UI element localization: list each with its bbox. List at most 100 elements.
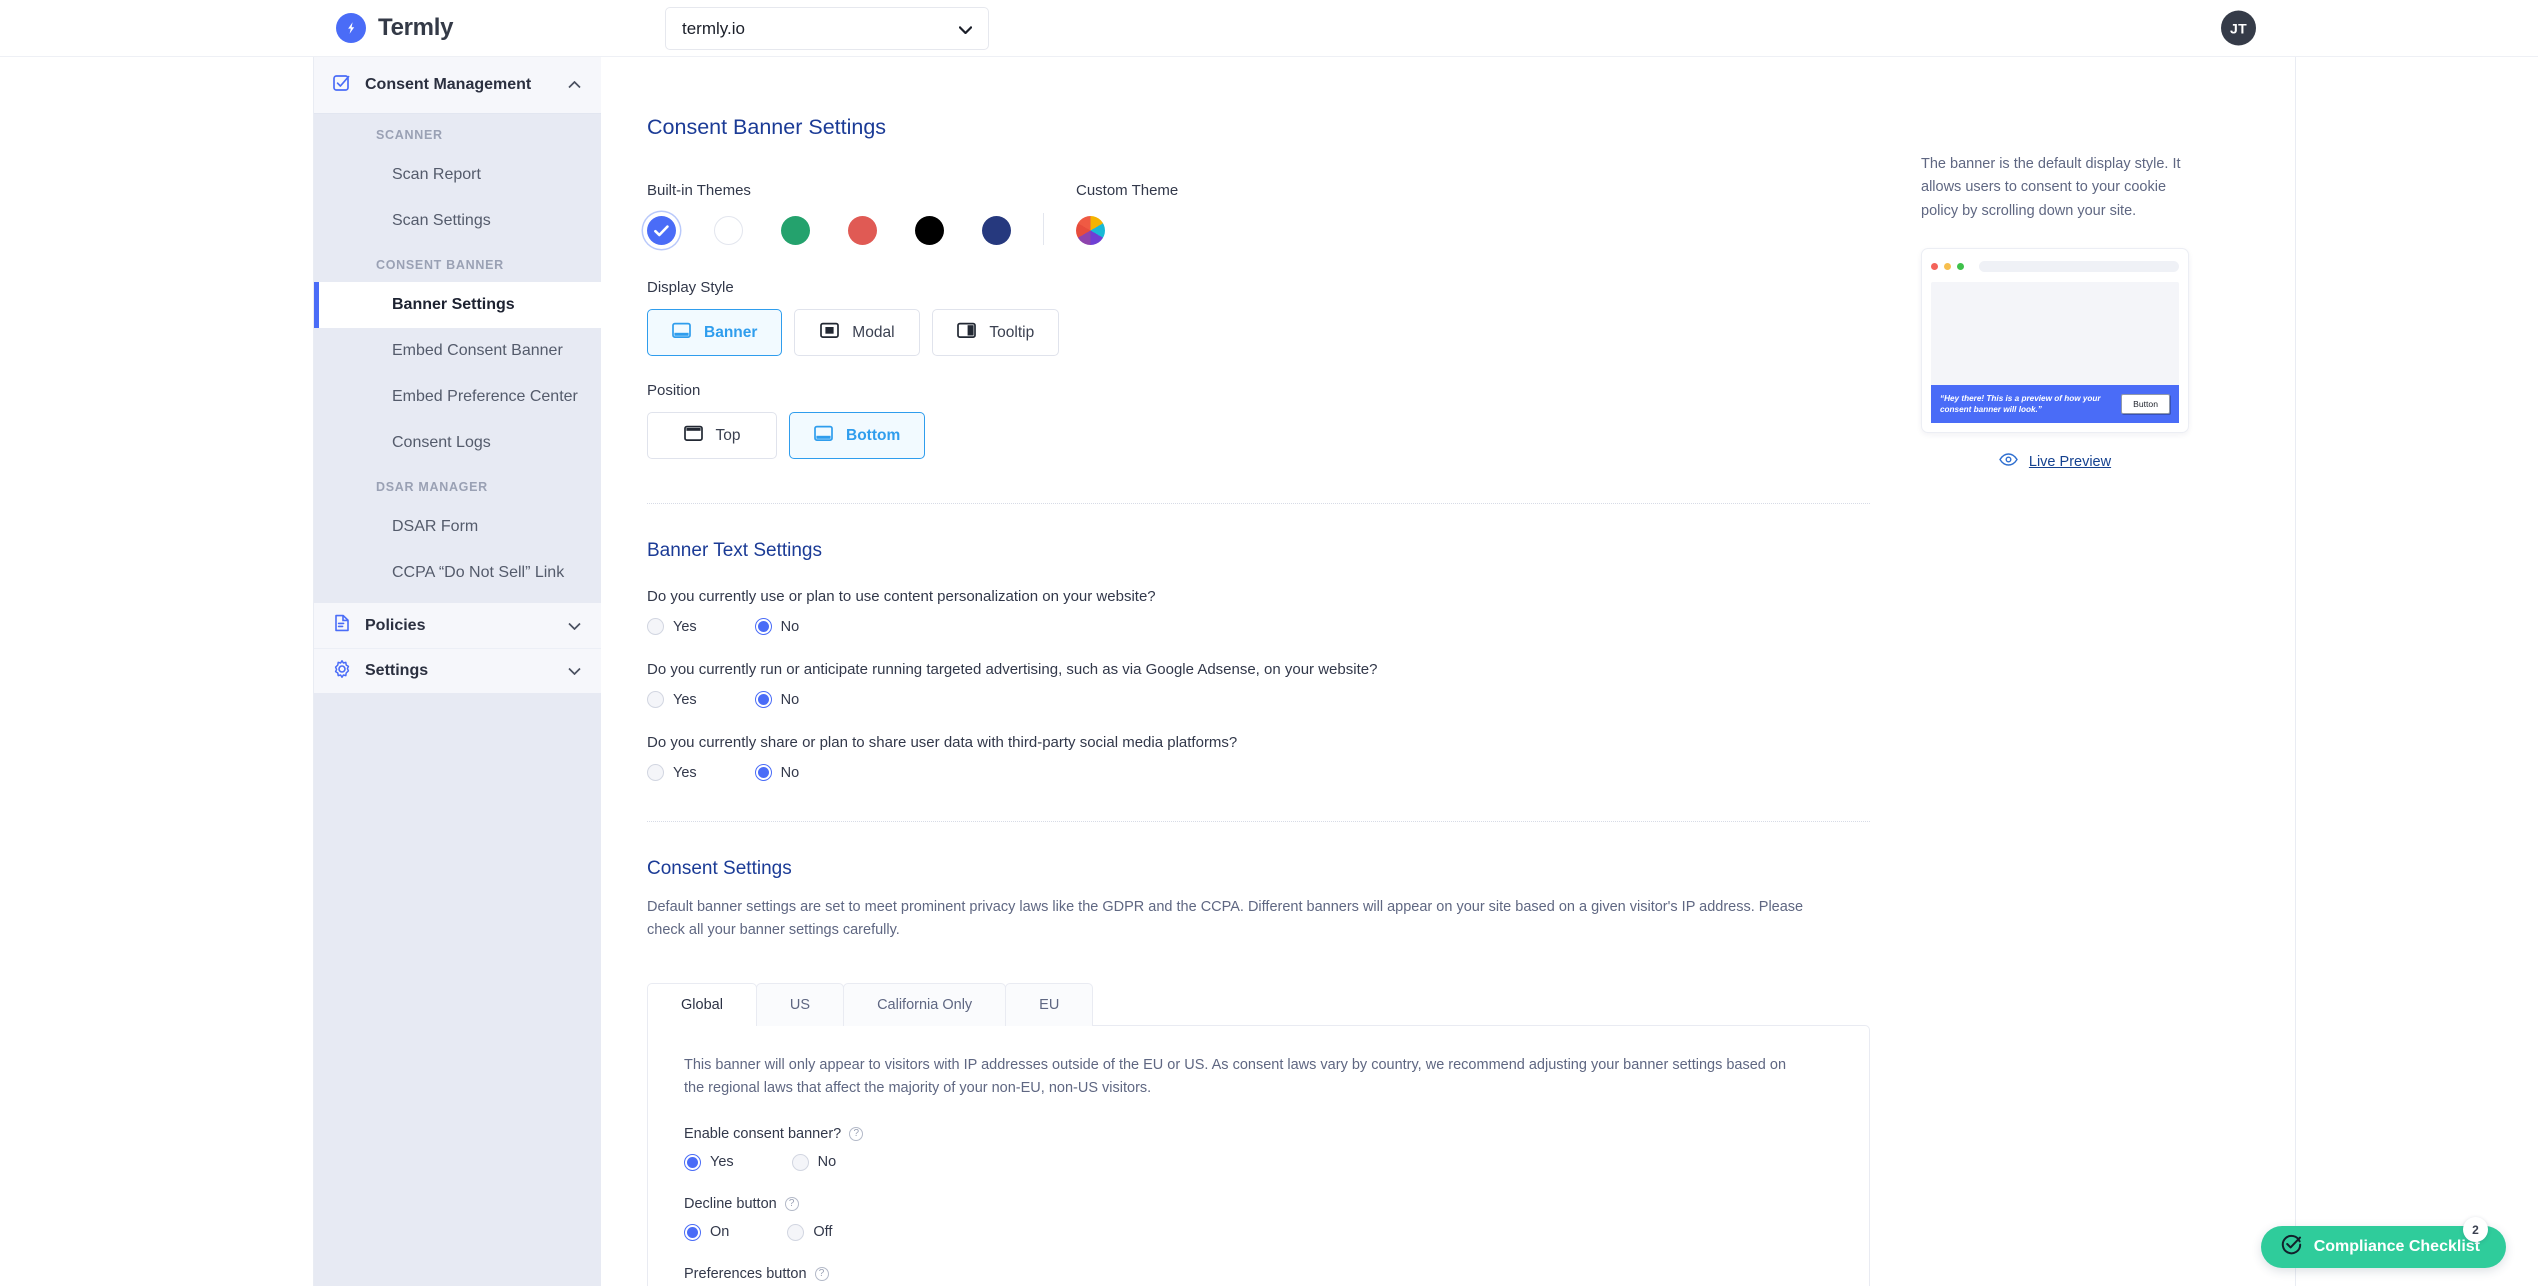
question-options: Yes No: [647, 691, 1897, 708]
control-label: Decline button: [684, 1195, 777, 1212]
display-style-banner-button[interactable]: Banner: [647, 309, 783, 356]
themes-divider: [1043, 213, 1044, 245]
compliance-checklist-button[interactable]: Compliance Checklist 2: [2260, 1217, 2506, 1268]
custom-theme-label: Custom Theme: [1076, 182, 1179, 199]
tab-california-only[interactable]: California Only: [843, 982, 1007, 1026]
radio-option-yes[interactable]: Yes: [647, 691, 697, 708]
compliance-count-badge: 2: [2463, 1217, 2488, 1242]
position-label: Position: [647, 382, 701, 399]
preview-description: The banner is the default display style.…: [1921, 156, 2181, 219]
banner-text-question-3: Do you currently share or plan to share …: [647, 734, 1897, 781]
display-style-tooltip-label: Tooltip: [989, 323, 1035, 341]
display-style-modal-label: Modal: [852, 323, 895, 341]
question-text: Do you currently share or plan to share …: [647, 734, 1238, 751]
window-dot-red: [1931, 263, 1938, 271]
radio-option-no[interactable]: No: [754, 618, 800, 635]
display-style-options: Banner Modal Tooltip: [647, 309, 1897, 356]
radio-option-yes[interactable]: Yes: [647, 764, 697, 781]
radio-indicator: [684, 1153, 701, 1171]
termly-bolt-logo-icon: [336, 13, 366, 43]
question-text: Do you currently use or plan to use cont…: [647, 588, 1156, 605]
builtin-themes-group: Built-in Themes: [647, 182, 1011, 245]
theme-swatch-navy[interactable]: [982, 216, 1011, 245]
window-dot-yellow: [1944, 263, 1951, 271]
tab-eu[interactable]: EU: [1005, 982, 1094, 1026]
radio-indicator: [647, 764, 664, 781]
radio-option-yes[interactable]: Yes: [684, 1153, 734, 1171]
control-label-row: Enable consent banner? ?: [684, 1126, 1833, 1142]
control-label-row: Preferences button ?: [684, 1266, 1833, 1282]
display-style-label: Display Style: [647, 279, 734, 296]
radio-label: Yes: [673, 691, 697, 708]
control-label-row: Decline button ?: [684, 1196, 1833, 1212]
radio-indicator: [754, 691, 772, 708]
radio-option-no[interactable]: No: [754, 764, 800, 781]
radio-indicator: [754, 618, 772, 635]
brand[interactable]: Termly: [336, 13, 453, 43]
position-options: Top Bottom: [647, 412, 1897, 459]
radio-option-off[interactable]: Off: [787, 1223, 832, 1241]
brand-name: Termly: [378, 14, 454, 41]
position-top-label: Top: [715, 426, 741, 444]
content-canvas: Consent Management SCANNER Scan Report S…: [313, 57, 2296, 1286]
position-top-button[interactable]: Top: [647, 412, 777, 459]
theme-swatch-green[interactable]: [781, 216, 810, 245]
mock-browser-titlebar: [1931, 258, 2179, 275]
question-mark-icon[interactable]: ?: [784, 1196, 799, 1211]
live-preview-label: Live Preview: [2028, 453, 2112, 470]
page-title: Consent Banner Settings: [647, 115, 887, 139]
theme-swatch-blue[interactable]: [647, 216, 676, 245]
radio-indicator: [791, 1153, 809, 1171]
question-mark-icon[interactable]: ?: [849, 1126, 864, 1141]
radio-indicator: [647, 618, 664, 635]
position-bottom-label: Bottom: [846, 426, 901, 444]
preview-panel: The banner is the default display style.…: [1897, 57, 2297, 1286]
banner-text-settings-heading: Banner Text Settings: [647, 540, 822, 561]
radio-indicator: [684, 1223, 701, 1241]
control-label: Enable consent banner?: [684, 1125, 842, 1142]
site-selector[interactable]: termly.io: [665, 7, 989, 50]
position-group: Position Top Bottom: [647, 382, 1897, 459]
radio-option-on[interactable]: On: [684, 1223, 730, 1241]
display-style-modal-button[interactable]: Modal: [794, 309, 921, 356]
radio-label: No: [780, 618, 800, 635]
position-top-icon: [683, 425, 703, 447]
radio-label: Yes: [673, 764, 697, 781]
tab-global[interactable]: Global: [647, 982, 757, 1026]
themes-row: Built-in Themes Custom Theme: [647, 182, 1897, 245]
question-options: Yes No: [647, 764, 1897, 781]
live-preview-link[interactable]: Live Preview: [1921, 453, 2189, 470]
display-style-tooltip-button[interactable]: Tooltip: [932, 309, 1060, 356]
control-label: Preferences button: [684, 1265, 807, 1282]
radio-indicator: [787, 1223, 805, 1241]
custom-theme-swatches: [1076, 216, 1178, 245]
question-mark-icon[interactable]: ?: [814, 1266, 829, 1281]
position-bottom-icon: [814, 425, 833, 447]
radio-label: No: [780, 764, 800, 781]
control-options: Yes No: [684, 1153, 1833, 1171]
control-preferences-button: Preferences button ? On Off: [684, 1266, 1833, 1286]
page-body: Consent Management SCANNER Scan Report S…: [0, 57, 2538, 1286]
theme-swatch-white[interactable]: [714, 216, 743, 245]
radio-label: On: [710, 1224, 730, 1241]
color-wheel-icon[interactable]: [1076, 216, 1105, 245]
banner-text-question-2: Do you currently run or anticipate runni…: [647, 661, 1897, 708]
theme-swatch-black[interactable]: [915, 216, 944, 245]
avatar[interactable]: JT: [2221, 10, 2256, 46]
tab-us[interactable]: US: [755, 982, 845, 1026]
radio-option-no[interactable]: No: [791, 1153, 836, 1171]
radio-label: Yes: [673, 618, 697, 635]
display-style-banner-label: Banner: [704, 323, 758, 341]
builtin-themes-label: Built-in Themes: [647, 182, 751, 199]
mock-banner-button[interactable]: Button: [2121, 394, 2170, 415]
radio-option-no[interactable]: No: [754, 691, 799, 708]
top-bar: Termly termly.io JT: [0, 0, 2538, 57]
compliance-checklist-label: Compliance Checklist: [2313, 1238, 2480, 1255]
position-bottom-button[interactable]: Bottom: [789, 412, 926, 459]
custom-theme-group: Custom Theme: [1076, 182, 1178, 245]
check-circle-icon: [2281, 1234, 2302, 1260]
modal-center-icon: [820, 322, 840, 344]
theme-swatch-red[interactable]: [848, 216, 877, 245]
radio-option-yes[interactable]: Yes: [647, 618, 697, 635]
consent-settings-tabs: Global US California Only EU: [647, 982, 1897, 1026]
